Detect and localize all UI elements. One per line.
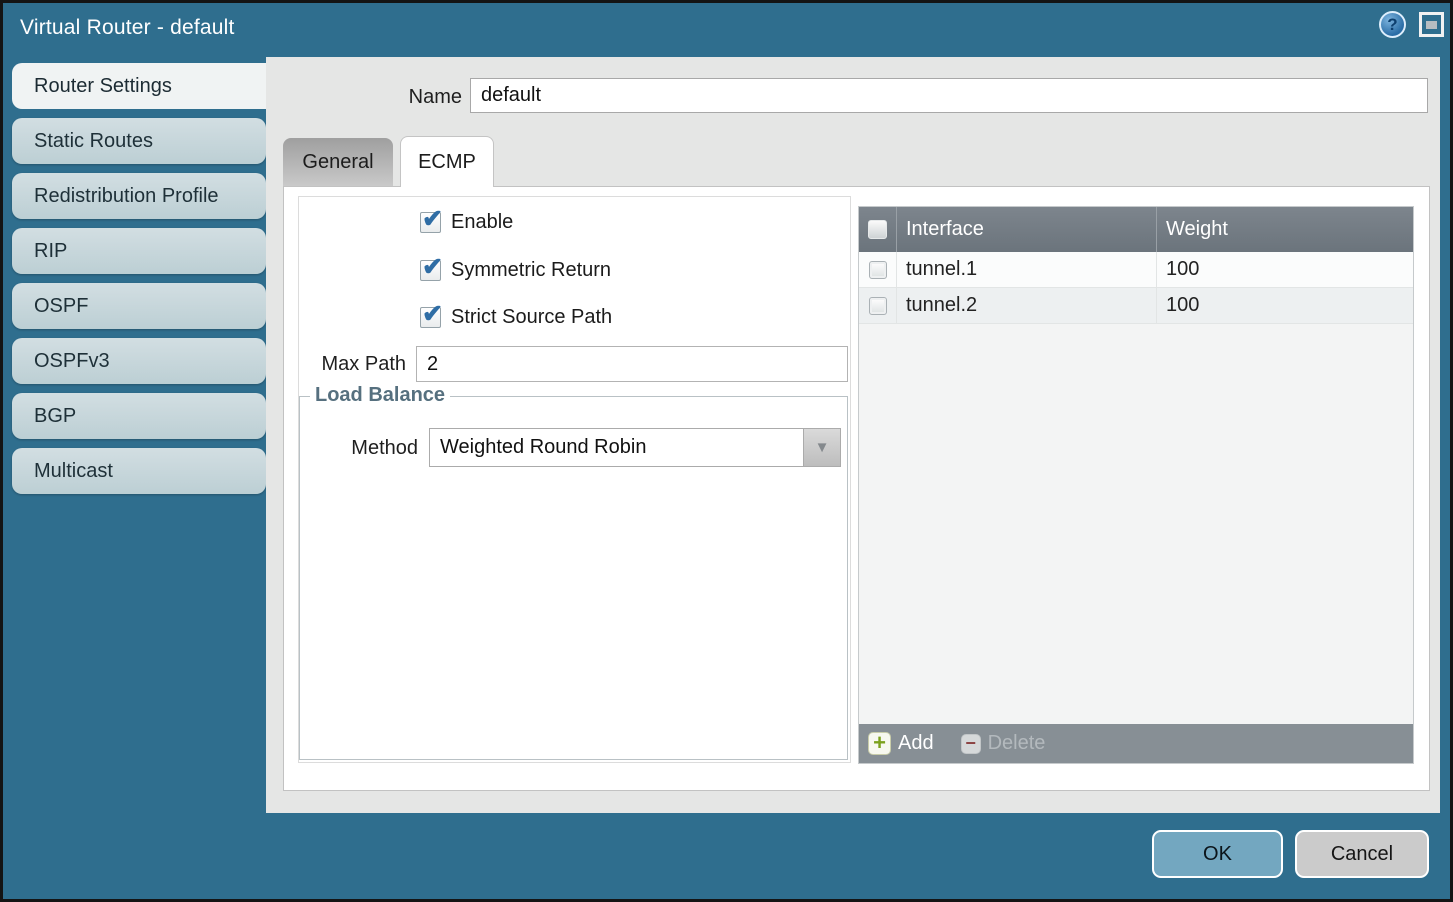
name-input[interactable] xyxy=(470,78,1428,113)
ecmp-tab-panel: ✔ Enable ✔ Symmetric Return ✔ Strict Sou… xyxy=(283,186,1430,791)
tab-ecmp[interactable]: ECMP xyxy=(400,136,494,187)
cancel-button[interactable]: Cancel xyxy=(1295,830,1429,878)
weight-cell: 100 xyxy=(1157,288,1413,323)
add-button-label: Add xyxy=(898,732,934,755)
minus-glyph: − xyxy=(965,733,976,753)
minus-icon: − xyxy=(961,734,981,754)
sidebar: Router Settings Static Routes Redistribu… xyxy=(12,63,270,503)
sidebar-item-redistribution-profile[interactable]: Redistribution Profile xyxy=(12,173,266,219)
plus-icon: + xyxy=(868,732,891,755)
select-all-checkbox[interactable] xyxy=(868,220,887,239)
window-restore-glyph xyxy=(1426,21,1437,29)
ok-button[interactable]: OK xyxy=(1152,830,1283,878)
table-row[interactable]: tunnel.1 100 xyxy=(859,252,1413,288)
help-glyph: ? xyxy=(1387,15,1397,35)
method-select[interactable]: Weighted Round Robin ▼ xyxy=(429,428,841,467)
checkmark-icon: ✔ xyxy=(422,204,443,234)
symmetric-return-checkbox-row: ✔ Symmetric Return xyxy=(420,258,611,282)
table-header: Interface Weight xyxy=(859,207,1413,252)
interface-cell: tunnel.1 xyxy=(897,252,1157,287)
sidebar-item-bgp[interactable]: BGP xyxy=(12,393,266,439)
help-icon[interactable]: ? xyxy=(1379,11,1406,38)
window-restore-icon[interactable] xyxy=(1419,12,1444,37)
max-path-label: Max Path xyxy=(299,353,406,376)
method-selected-value: Weighted Round Robin xyxy=(440,429,646,466)
sidebar-item-router-settings[interactable]: Router Settings xyxy=(12,63,270,109)
sidebar-item-multicast[interactable]: Multicast xyxy=(12,448,266,494)
max-path-input[interactable] xyxy=(416,346,848,382)
weight-cell: 100 xyxy=(1157,252,1413,287)
table-empty-area xyxy=(859,324,1413,724)
load-balance-group: Load Balance Method Weighted Round Robin… xyxy=(299,396,848,760)
strict-source-path-checkbox[interactable]: ✔ xyxy=(420,307,441,328)
weight-column-header[interactable]: Weight xyxy=(1157,207,1413,252)
dialog-title: Virtual Router - default xyxy=(20,16,235,40)
name-label: Name xyxy=(382,86,462,109)
row-checkbox[interactable] xyxy=(869,297,887,315)
enable-checkbox[interactable]: ✔ xyxy=(420,212,441,233)
table-footer: + Add − Delete xyxy=(859,724,1413,763)
row-checkbox-cell xyxy=(859,252,897,287)
checkmark-icon: ✔ xyxy=(422,299,443,329)
enable-checkbox-row: ✔ Enable xyxy=(420,210,513,234)
load-balance-legend: Load Balance xyxy=(310,384,450,407)
add-button[interactable]: + Add xyxy=(868,732,934,755)
table-row[interactable]: tunnel.2 100 xyxy=(859,288,1413,324)
strict-source-path-label: Strict Source Path xyxy=(451,306,612,329)
enable-label: Enable xyxy=(451,211,513,234)
virtual-router-dialog: Virtual Router - default ? Router Settin… xyxy=(0,0,1453,902)
tab-general[interactable]: General xyxy=(283,138,393,186)
sidebar-item-static-routes[interactable]: Static Routes xyxy=(12,118,266,164)
ecmp-settings-group: ✔ Enable ✔ Symmetric Return ✔ Strict Sou… xyxy=(298,196,851,763)
dropdown-glyph: ▼ xyxy=(815,439,830,456)
delete-button-label: Delete xyxy=(988,732,1046,755)
interface-weight-table: Interface Weight tunnel.1 100 tunnel.2 1… xyxy=(858,206,1414,764)
symmetric-return-label: Symmetric Return xyxy=(451,259,611,282)
sidebar-item-ospf[interactable]: OSPF xyxy=(12,283,266,329)
symmetric-return-checkbox[interactable]: ✔ xyxy=(420,260,441,281)
select-all-cell xyxy=(859,207,897,252)
checkmark-icon: ✔ xyxy=(422,252,443,282)
delete-button[interactable]: − Delete xyxy=(961,732,1046,755)
interface-column-header[interactable]: Interface xyxy=(897,207,1157,252)
content-panel: Name General ECMP ✔ Enable ✔ Symmetric R… xyxy=(266,57,1440,813)
method-label: Method xyxy=(300,437,418,460)
plus-glyph: + xyxy=(873,730,886,755)
row-checkbox[interactable] xyxy=(869,261,887,279)
strict-source-path-checkbox-row: ✔ Strict Source Path xyxy=(420,305,612,329)
sidebar-item-rip[interactable]: RIP xyxy=(12,228,266,274)
row-checkbox-cell xyxy=(859,288,897,323)
sidebar-item-ospfv3[interactable]: OSPFv3 xyxy=(12,338,266,384)
interface-cell: tunnel.2 xyxy=(897,288,1157,323)
chevron-down-icon[interactable]: ▼ xyxy=(803,429,840,466)
